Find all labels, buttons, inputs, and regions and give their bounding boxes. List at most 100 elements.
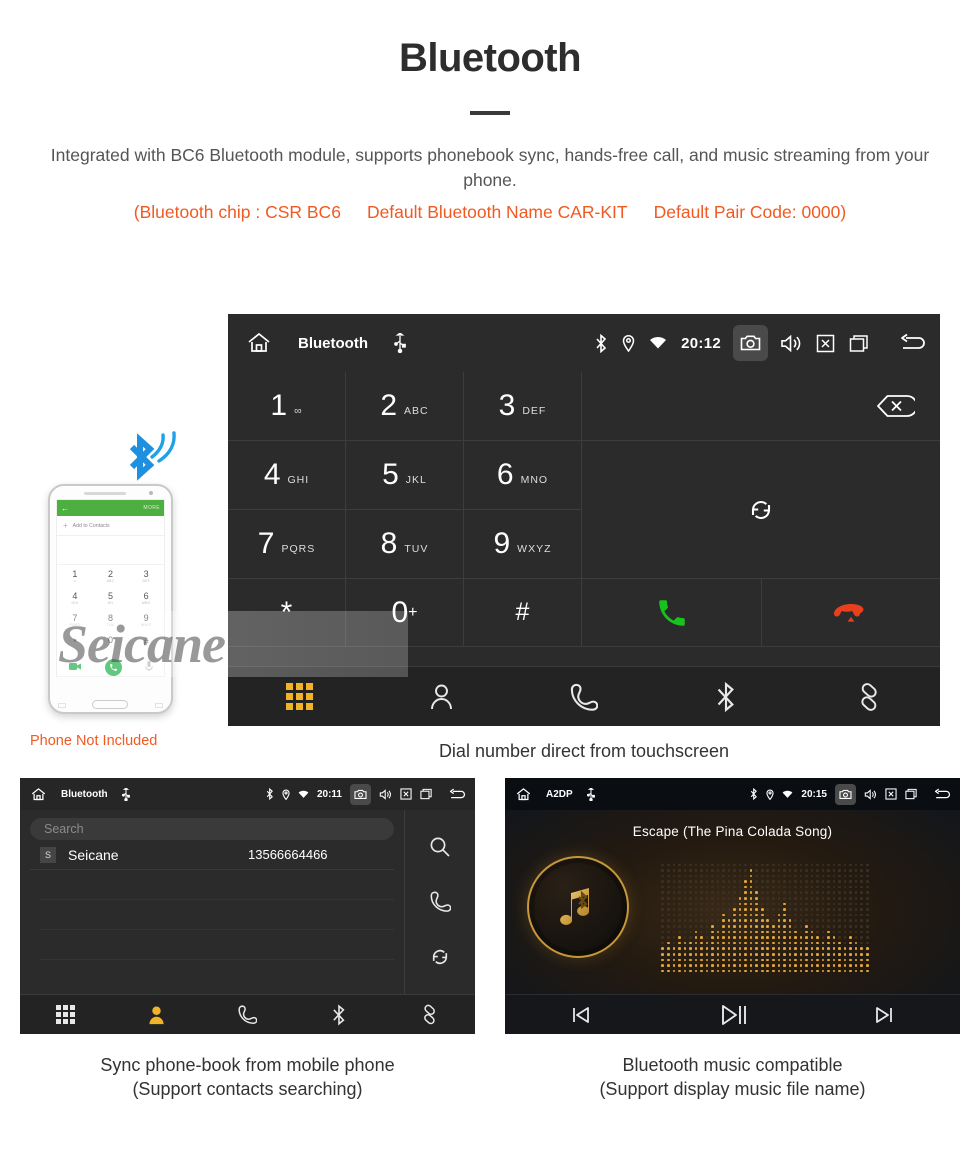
play-pause-button[interactable] bbox=[657, 1003, 809, 1027]
key-5[interactable]: 5 JKL bbox=[346, 441, 464, 510]
sync-contacts-button[interactable] bbox=[582, 441, 940, 579]
pair-link-icon bbox=[854, 682, 884, 712]
key-letters: GHI bbox=[287, 473, 310, 486]
key-0[interactable]: 0 + bbox=[346, 579, 464, 647]
nav-call-log[interactable] bbox=[202, 1004, 293, 1025]
call-icon[interactable] bbox=[430, 890, 451, 913]
backspace-icon[interactable] bbox=[875, 393, 915, 419]
location-icon bbox=[622, 334, 635, 352]
back-icon[interactable] bbox=[448, 788, 467, 801]
phone-key: 2 ABC bbox=[106, 569, 115, 583]
refresh-icon bbox=[747, 496, 775, 524]
nav-contacts[interactable] bbox=[370, 683, 512, 711]
music-status-bar: A2DP 20:15 bbox=[505, 778, 960, 810]
camera-icon[interactable] bbox=[350, 783, 371, 805]
phonebook-body: Search S Seicane 13566664466 bbox=[20, 810, 475, 994]
hangup-button[interactable] bbox=[762, 579, 940, 647]
close-box-icon[interactable] bbox=[885, 788, 897, 800]
key-letters: TUV bbox=[404, 542, 429, 555]
volume-icon[interactable] bbox=[780, 334, 802, 353]
volume-icon[interactable] bbox=[379, 788, 392, 800]
key-3[interactable]: 3 DEF bbox=[464, 372, 582, 441]
back-icon[interactable] bbox=[933, 788, 952, 801]
nav-bluetooth[interactable] bbox=[655, 681, 797, 713]
caption-music-line1: Bluetooth music compatible bbox=[622, 1055, 843, 1075]
close-box-icon[interactable] bbox=[400, 788, 412, 800]
key-plus: + bbox=[408, 603, 418, 621]
refresh-icon[interactable] bbox=[429, 946, 451, 968]
search-input[interactable]: Search bbox=[30, 818, 394, 840]
nav-contacts[interactable] bbox=[111, 1005, 202, 1025]
back-icon[interactable] bbox=[898, 333, 928, 353]
phonebook-side-actions bbox=[405, 810, 475, 994]
phone-body: ← MORE + Add to Contacts 1 ∞ 2 ABC 3 DEF 4G… bbox=[48, 484, 173, 714]
previous-button[interactable] bbox=[505, 1005, 657, 1025]
camera-icon[interactable] bbox=[733, 325, 768, 361]
search-icon[interactable] bbox=[429, 836, 451, 858]
nav-pair-link[interactable] bbox=[798, 682, 940, 712]
caption-music: Bluetooth music compatible (Support disp… bbox=[505, 1053, 960, 1102]
phonebook-clock: 20:11 bbox=[316, 788, 342, 800]
recents-icon[interactable] bbox=[420, 788, 433, 800]
phone-key: 5 JKL bbox=[107, 591, 114, 605]
phone-camera bbox=[149, 491, 153, 495]
play-pause-icon bbox=[718, 1003, 748, 1027]
contacts-icon bbox=[428, 683, 455, 711]
key-1[interactable]: 1 ∞ bbox=[228, 372, 346, 441]
key-2[interactable]: 2 ABC bbox=[346, 372, 464, 441]
phonebook-title: Bluetooth bbox=[61, 788, 108, 800]
dialer-nav-bar bbox=[228, 666, 940, 726]
nav-dialpad[interactable] bbox=[228, 683, 370, 710]
key-hash[interactable]: # bbox=[464, 579, 582, 647]
phonebook-panel: Bluetooth 20:11 Search S Seicane 1356666… bbox=[20, 778, 475, 1034]
key-digit: 8 bbox=[380, 527, 398, 560]
key-4[interactable]: 4 GHI bbox=[228, 441, 346, 510]
phone-key: 3 DEF bbox=[142, 569, 150, 583]
phone-key: 0 + bbox=[107, 635, 113, 649]
key-star[interactable]: * bbox=[228, 579, 346, 647]
call-button[interactable] bbox=[582, 579, 762, 647]
music-clock: 20:15 bbox=[801, 788, 827, 800]
call-log-icon bbox=[238, 1004, 257, 1025]
key-digit: 5 bbox=[382, 458, 399, 491]
key-letters: ABC bbox=[404, 404, 429, 417]
bluetooth-icon bbox=[331, 1003, 347, 1026]
recents-icon[interactable] bbox=[849, 334, 870, 353]
contact-row[interactable]: S Seicane 13566664466 bbox=[30, 840, 394, 870]
home-icon[interactable] bbox=[30, 787, 47, 802]
nav-pair-link[interactable] bbox=[384, 1004, 475, 1025]
home-icon[interactable] bbox=[246, 331, 272, 355]
key-digit: * bbox=[280, 595, 293, 629]
key-letters: JKL bbox=[405, 473, 427, 486]
home-icon[interactable] bbox=[515, 787, 532, 802]
key-8[interactable]: 8 TUV bbox=[346, 510, 464, 579]
phone-screen: ← MORE + Add to Contacts 1 ∞ 2 ABC 3 DEF 4G… bbox=[56, 499, 165, 677]
phone-home-button bbox=[92, 700, 128, 709]
dialer-status-bar: Bluetooth 20:12 bbox=[228, 314, 940, 372]
nav-bluetooth[interactable] bbox=[293, 1003, 384, 1026]
album-art bbox=[527, 856, 629, 958]
nav-call-log[interactable] bbox=[513, 682, 655, 712]
key-9[interactable]: 9 WXYZ bbox=[464, 510, 582, 579]
phone-key: 4 GHI bbox=[71, 591, 79, 605]
previous-icon bbox=[570, 1005, 592, 1025]
phone-speaker bbox=[84, 492, 126, 495]
recents-icon[interactable] bbox=[905, 788, 918, 800]
next-button[interactable] bbox=[808, 1005, 960, 1025]
camera-icon[interactable] bbox=[835, 783, 856, 805]
dialer-clock: 20:12 bbox=[681, 334, 721, 352]
key-7[interactable]: 7 PQRS bbox=[228, 510, 346, 579]
phone-key: 8 TUV bbox=[106, 613, 115, 627]
key-letters: ∞ bbox=[294, 404, 303, 417]
key-6[interactable]: 6 MNO bbox=[464, 441, 582, 510]
caption-phonebook-line1: Sync phone-book from mobile phone bbox=[100, 1055, 395, 1075]
volume-icon[interactable] bbox=[864, 788, 877, 800]
nav-dialpad[interactable] bbox=[20, 1005, 111, 1024]
phone-videocall-icon bbox=[68, 658, 82, 676]
phone-softkey-right bbox=[155, 703, 163, 708]
call-log-icon bbox=[570, 682, 599, 712]
close-box-icon[interactable] bbox=[816, 334, 835, 353]
title-divider bbox=[470, 111, 510, 115]
wifi-icon bbox=[298, 790, 309, 799]
dialed-number-display[interactable] bbox=[582, 372, 940, 441]
